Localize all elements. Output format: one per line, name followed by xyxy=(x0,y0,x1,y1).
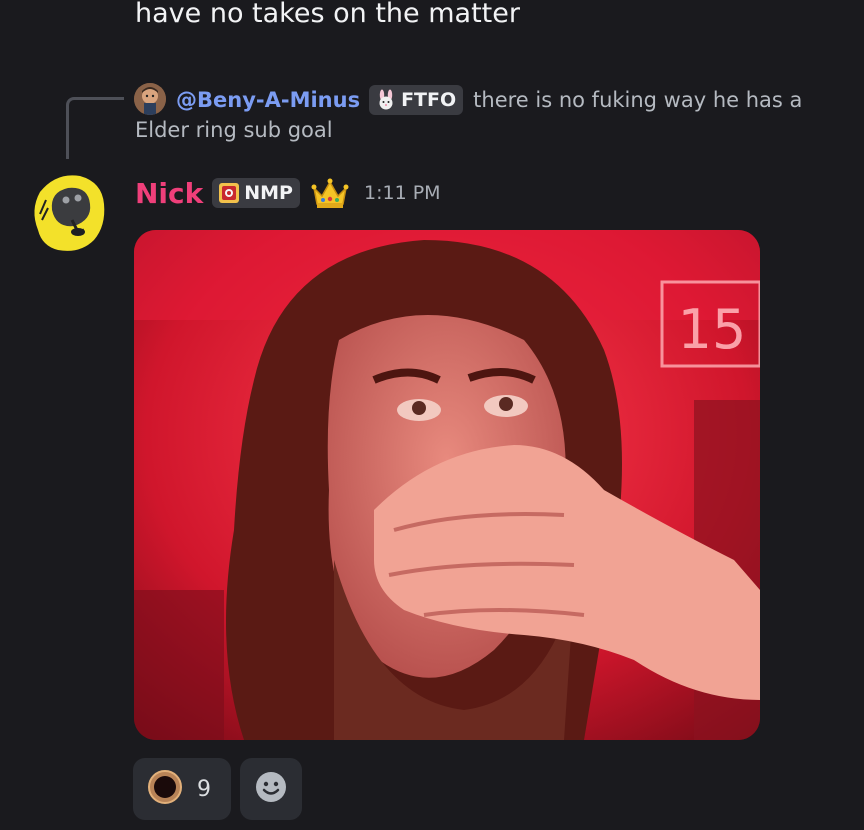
reply-header[interactable]: @Beny-A-Minus FTFO there is no fuking wa… xyxy=(176,84,802,116)
author-tag[interactable]: NMP xyxy=(212,178,300,208)
reply-tag-label: FTFO xyxy=(401,89,457,111)
reaction-ring[interactable]: 9 xyxy=(133,758,231,820)
shield-badge-icon xyxy=(218,182,240,204)
reply-preview-text[interactable]: there is no fuking way he has a xyxy=(473,88,802,112)
reply-user-tag[interactable]: FTFO xyxy=(369,85,464,115)
reply-preview-text-continued[interactable]: Elder ring sub goal xyxy=(135,118,333,142)
author-avatar[interactable] xyxy=(28,170,108,254)
reaction-count: 9 xyxy=(197,776,211,802)
add-reaction-smiley-icon xyxy=(253,769,289,809)
reactions-bar: 9 xyxy=(133,758,302,820)
message-header: Nick NMP 1:11 PM xyxy=(135,172,441,214)
author-tag-label: NMP xyxy=(244,182,293,204)
reply-username[interactable]: @Beny-A-Minus xyxy=(176,88,360,112)
ring-emoji-icon xyxy=(145,767,185,811)
reply-user-avatar[interactable] xyxy=(134,83,166,115)
add-reaction-button[interactable] xyxy=(240,758,302,820)
previous-message-text: have no takes on the matter xyxy=(135,0,520,29)
reply-spine-line xyxy=(66,97,124,159)
author-username[interactable]: Nick xyxy=(135,177,203,210)
message-timestamp[interactable]: 1:11 PM xyxy=(364,182,441,204)
message-image-attachment[interactable]: 15 xyxy=(134,230,760,740)
bunny-icon xyxy=(375,89,397,111)
crown-icon xyxy=(310,176,350,210)
media-sign-number: 15 xyxy=(678,298,747,361)
